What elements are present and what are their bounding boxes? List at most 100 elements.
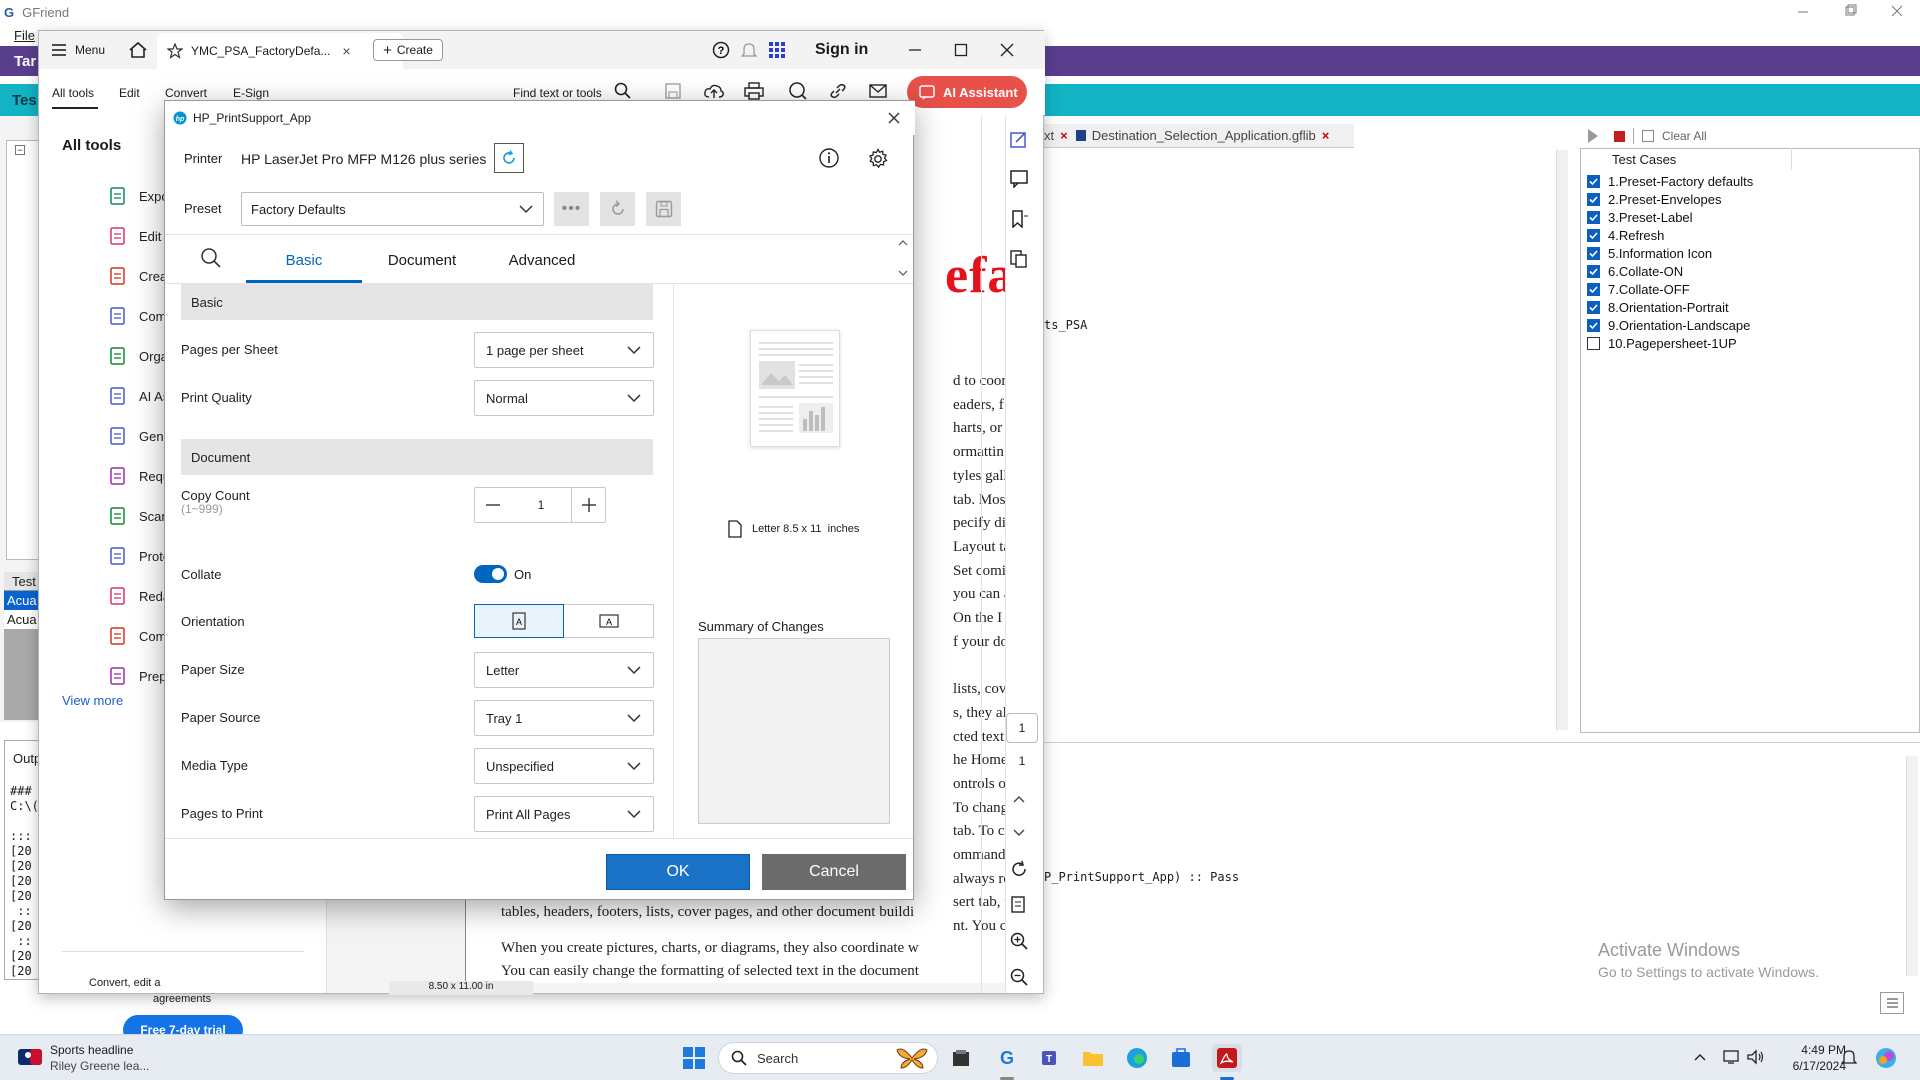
teams-taskbar-icon[interactable]: T [1038, 1046, 1064, 1070]
test-case-row[interactable]: 3.Preset-Label [1587, 208, 1693, 226]
tab-close-icon[interactable]: × [342, 43, 350, 59]
taskbar-search-box[interactable]: Search [718, 1042, 938, 1074]
zoom-in-icon[interactable] [1004, 926, 1034, 956]
copy-count-input[interactable]: 1 [511, 488, 571, 522]
network-icon[interactable] [1722, 1047, 1742, 1067]
window-maximize-button[interactable] [951, 40, 971, 60]
tab-close-icon[interactable]: × [1322, 128, 1330, 143]
tree-expand-icon[interactable]: − [15, 145, 25, 155]
gfriend-tab[interactable]: xt [1044, 128, 1054, 143]
create-button[interactable]: + Create [373, 39, 443, 61]
clear-all-button[interactable]: Clear All [1662, 129, 1707, 143]
test-case-row[interactable]: 9.Orientation-Landscape [1587, 316, 1750, 334]
gfriend-close-button[interactable] [1890, 4, 1904, 18]
settings-search-icon[interactable] [198, 245, 224, 271]
tab-scroll-up-icon[interactable] [896, 238, 910, 248]
left-list-item-selected[interactable]: Acua [4, 591, 40, 610]
store-taskbar-icon[interactable] [1168, 1046, 1194, 1070]
tab-document[interactable]: Document [372, 238, 472, 282]
tab-close-icon[interactable]: × [1060, 128, 1068, 143]
file-explorer-taskbar-icon[interactable] [1080, 1046, 1106, 1070]
test-case-row[interactable]: 5.Information Icon [1587, 244, 1712, 262]
paper-size-dropdown[interactable]: Letter [474, 652, 654, 688]
window-close-button[interactable] [997, 40, 1017, 60]
ai-search-icon[interactable] [787, 81, 809, 101]
ok-button[interactable]: OK [606, 854, 750, 890]
upload-cloud-icon[interactable] [703, 81, 725, 101]
checkbox-checked-icon[interactable] [1587, 174, 1600, 188]
tools-tab-convert[interactable]: Convert [165, 86, 207, 100]
document-tab[interactable]: YMC_PSA_FactoryDefa... × [157, 33, 403, 69]
test-case-row[interactable]: 8.Orientation-Portrait [1587, 298, 1729, 316]
left-list-item[interactable]: Test [4, 572, 40, 591]
tab-advanced[interactable]: Advanced [492, 238, 592, 282]
orientation-landscape-button[interactable]: A [564, 604, 654, 638]
home-icon[interactable] [127, 39, 149, 61]
collate-toggle[interactable] [474, 565, 507, 583]
dialog-close-button[interactable] [885, 109, 903, 127]
test-case-row[interactable]: 1.Preset-Factory defaults [1587, 172, 1753, 190]
find-text-label[interactable]: Find text or tools [513, 86, 602, 100]
rotate-icon[interactable] [1004, 854, 1034, 884]
tools-tab-all[interactable]: All tools [52, 86, 94, 100]
notification-bell-icon[interactable] [1840, 1048, 1858, 1066]
copilot-icon[interactable] [1872, 1044, 1900, 1072]
clock-date[interactable]: 6/17/2024 [1774, 1059, 1846, 1073]
media-type-dropdown[interactable]: Unspecified [474, 748, 654, 784]
pages-to-print-dropdown[interactable]: Print All Pages [474, 796, 654, 832]
sign-in-link[interactable]: Sign in [815, 41, 868, 59]
checkbox-checked-icon[interactable] [1587, 228, 1600, 242]
test-case-row[interactable]: 6.Collate-ON [1587, 262, 1683, 280]
checkbox-checked-icon[interactable] [1587, 192, 1600, 206]
test-case-row[interactable]: 2.Preset-Envelopes [1587, 190, 1721, 208]
list-view-icon[interactable] [1880, 992, 1904, 1014]
refresh-printer-button[interactable] [494, 143, 524, 173]
gfriend-tab[interactable]: Destination_Selection_Application.gflib [1092, 128, 1316, 143]
pages-icon[interactable] [1004, 244, 1034, 274]
star-icon[interactable] [167, 43, 183, 59]
chevron-up-icon[interactable] [1004, 784, 1034, 814]
mlb-logo-icon[interactable] [18, 1047, 42, 1067]
volume-icon[interactable] [1746, 1047, 1766, 1067]
clock-time[interactable]: 4:49 PM [1774, 1043, 1846, 1057]
increment-button[interactable] [572, 488, 606, 522]
stop-icon[interactable] [1614, 130, 1625, 142]
view-more-link[interactable]: View more [62, 693, 123, 708]
checkbox-checked-icon[interactable] [1587, 210, 1600, 224]
checkbox-checked-icon[interactable] [1587, 264, 1600, 278]
tools-tab-edit[interactable]: Edit [119, 86, 140, 100]
print-quality-dropdown[interactable]: Normal [474, 380, 654, 416]
news-title[interactable]: Sports headline [50, 1043, 133, 1057]
preset-more-button[interactable]: ••• [554, 192, 589, 226]
bell-icon[interactable] [739, 40, 759, 60]
tab-scroll-down-icon[interactable] [896, 268, 910, 278]
tab-basic[interactable]: Basic [246, 238, 362, 282]
settings-gear-icon[interactable] [866, 147, 890, 171]
run-icon[interactable] [1588, 129, 1598, 143]
zoom-out-icon[interactable] [1004, 962, 1034, 992]
gfriend-minimize-button[interactable] [1796, 4, 1810, 18]
result-log-scrollbar[interactable] [1906, 756, 1918, 976]
paper-source-dropdown[interactable]: Tray 1 [474, 700, 654, 736]
tools-tab-esign[interactable]: E-Sign [233, 86, 269, 100]
ai-assistant-button[interactable]: AI Assistant [907, 76, 1027, 108]
save-icon[interactable] [663, 81, 683, 101]
page-number-input[interactable]: 1 [1006, 713, 1038, 743]
page-layout-icon[interactable] [1004, 890, 1034, 920]
checkbox-unchecked-icon[interactable] [1587, 336, 1600, 350]
preset-reset-button[interactable] [600, 192, 635, 226]
cancel-button[interactable]: Cancel [762, 854, 906, 890]
test-case-row[interactable]: 4.Refresh [1587, 226, 1664, 244]
edge-taskbar-icon[interactable] [1124, 1046, 1150, 1070]
checkbox-checked-icon[interactable] [1587, 246, 1600, 260]
edit-comment-icon[interactable] [1004, 124, 1034, 154]
gfriend-code-editor[interactable] [1040, 150, 1568, 730]
window-minimize-button[interactable] [905, 40, 925, 60]
link-icon[interactable] [827, 81, 849, 101]
gfriend-taskbar-icon[interactable]: G [994, 1046, 1020, 1070]
checkbox-checked-icon[interactable] [1587, 300, 1600, 314]
chevron-down-icon[interactable] [1004, 818, 1034, 848]
preset-save-button[interactable] [646, 192, 681, 226]
acrobat-menu-button[interactable]: Menu [51, 40, 105, 60]
test-case-row[interactable]: 10.Pagepersheet-1UP [1587, 334, 1737, 352]
